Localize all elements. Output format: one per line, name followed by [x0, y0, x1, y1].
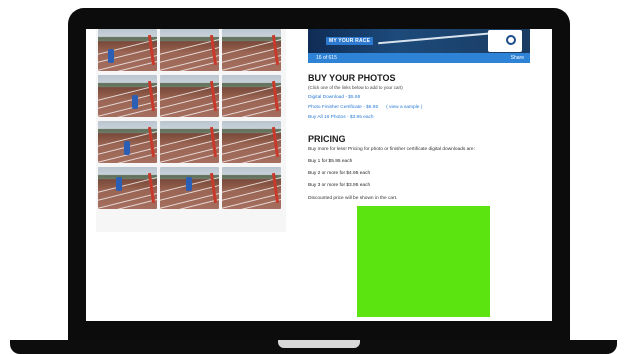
photo-thumbnail[interactable]: [222, 29, 281, 71]
thumbnail-grid: [98, 29, 281, 209]
photo-counter: 16 of 615: [316, 55, 337, 61]
banner-road: [378, 31, 498, 45]
photo-gallery: [96, 29, 286, 232]
photo-thumbnail[interactable]: [98, 121, 157, 163]
runner-figure: [116, 177, 122, 191]
runner-figure: [124, 141, 130, 155]
share-link[interactable]: Share: [511, 55, 524, 61]
pricing-title: PRICING: [308, 134, 346, 144]
photo-thumbnail[interactable]: [160, 75, 219, 117]
runner-figure: [132, 95, 138, 109]
pricing-description: Buy more for less! Pricing for photo or …: [308, 147, 475, 152]
buy-all-link[interactable]: Buy All 16 Photos - $3.95 each: [308, 115, 530, 120]
photo-thumbnail[interactable]: [98, 29, 157, 71]
photo-thumbnail[interactable]: [222, 167, 281, 209]
photo-thumbnail[interactable]: [160, 167, 219, 209]
buy-title: BUY YOUR PHOTOS: [308, 73, 396, 83]
price-tier: Buy 3 or more for $3.95 each: [308, 183, 371, 188]
photo-thumbnail[interactable]: [160, 121, 219, 163]
buy-subtitle: (Click one of the links below to add to …: [308, 85, 403, 90]
price-tier: Buy 2 or more for $4.95 each: [308, 171, 371, 176]
laptop-notch: [278, 340, 360, 348]
laptop-screen: MY YOUR RACE 16 of 615 Share BUY YOUR PH…: [86, 29, 552, 321]
photo-purchase-panel: MY YOUR RACE 16 of 615 Share BUY YOUR PH…: [308, 29, 530, 321]
runner-figure: [186, 177, 192, 191]
photo-thumbnail[interactable]: [222, 75, 281, 117]
price-tier: Buy 1 for $5.95 each: [308, 159, 353, 164]
photo-thumbnail[interactable]: [222, 121, 281, 163]
photo-thumbnail[interactable]: [98, 167, 157, 209]
photo-info-bar: 16 of 615 Share: [308, 53, 530, 63]
race-logo-icon: [488, 30, 522, 52]
green-placeholder-box: [357, 206, 490, 317]
banner-brand: MY YOUR RACE: [326, 37, 374, 45]
finisher-certificate-link[interactable]: Photo Finisher Certificate - $5.95: [308, 105, 378, 110]
discount-note: Discounted price will be shown in the ca…: [308, 196, 398, 201]
photo-thumbnail[interactable]: [160, 29, 219, 71]
digital-download-link[interactable]: Digital Download - $5.95: [308, 95, 530, 100]
runner-figure: [108, 49, 114, 63]
photo-banner[interactable]: MY YOUR RACE: [308, 29, 530, 53]
view-sample-link[interactable]: ( view a sample ): [386, 105, 422, 110]
finisher-certificate-row: Photo Finisher Certificate - $5.95 ( view…: [308, 105, 530, 110]
photo-thumbnail[interactable]: [98, 75, 157, 117]
